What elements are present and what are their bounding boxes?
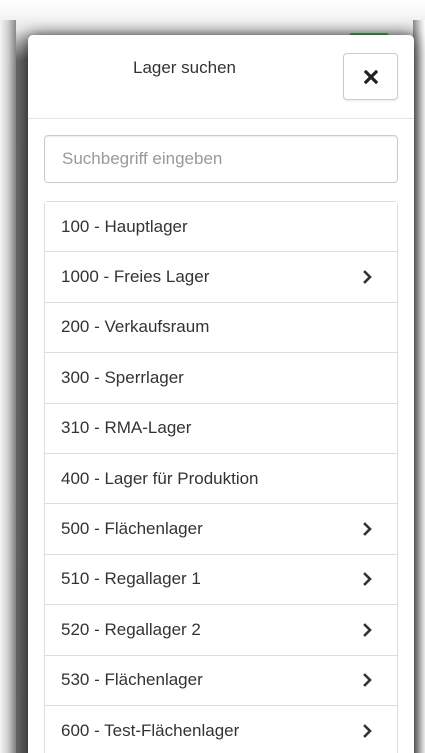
chevron-right-icon[interactable]: [363, 572, 373, 587]
list-item[interactable]: 400 - Lager für Produktion: [45, 453, 397, 505]
close-icon: [363, 69, 378, 84]
list-item-label: 530 - Flächenlager: [61, 670, 203, 690]
list-item[interactable]: 100 - Hauptlager: [45, 202, 397, 253]
modal-body: 100 - Hauptlager 1000 - Freies Lager 200 -…: [28, 119, 414, 753]
list-item[interactable]: 1000 - Freies Lager: [45, 252, 397, 303]
list-item[interactable]: 510 - Regallager 1: [45, 554, 397, 606]
list-item[interactable]: 500 - Flächenlager: [45, 504, 397, 555]
list-item-label: 600 - Test-Flächenlager: [61, 721, 240, 741]
list-item[interactable]: 530 - Flächenlager: [45, 655, 397, 706]
backdrop-edge-right: [413, 20, 425, 753]
list-item-label: 500 - Flächenlager: [61, 519, 203, 539]
list-item[interactable]: 200 - Verkaufsraum: [45, 302, 397, 354]
chevron-right-icon[interactable]: [363, 270, 373, 284]
list-item-label: 1000 - Freies Lager: [61, 267, 210, 287]
list-item-label: 300 - Sperrlager: [61, 367, 184, 387]
list-item[interactable]: 310 - RMA-Lager: [45, 403, 397, 454]
modal-header: Lager suchen: [28, 35, 414, 119]
list-item[interactable]: 520 - Regallager 2: [45, 605, 397, 656]
list-item-label: 100 - Hauptlager: [61, 216, 188, 236]
list-item-label: 310 - RMA-Lager: [61, 418, 192, 438]
chevron-right-icon[interactable]: [363, 724, 373, 738]
chevron-right-icon[interactable]: [363, 522, 373, 536]
list-item-label: 400 - Lager für Produktion: [61, 468, 259, 488]
chevron-right-icon[interactable]: [363, 622, 373, 637]
list-item-label: 510 - Regallager 1: [61, 569, 201, 589]
list-item[interactable]: 300 - Sperrlager: [45, 353, 397, 404]
close-button[interactable]: [343, 53, 398, 100]
backdrop-edge-left: [0, 20, 16, 753]
list-item-label: 200 - Verkaufsraum: [61, 317, 210, 337]
warehouse-search-modal: Lager suchen 100 - Hauptlager 1000 - Frei…: [28, 35, 414, 753]
chevron-right-icon[interactable]: [363, 673, 373, 688]
list-item[interactable]: 600 - Test-Flächenlager: [45, 705, 397, 753]
modal-title: Lager suchen: [132, 58, 237, 77]
search-input[interactable]: [44, 135, 398, 183]
list-item-label: 520 - Regallager 2: [61, 619, 201, 639]
warehouse-list: 100 - Hauptlager 1000 - Freies Lager 200 -…: [44, 201, 398, 753]
